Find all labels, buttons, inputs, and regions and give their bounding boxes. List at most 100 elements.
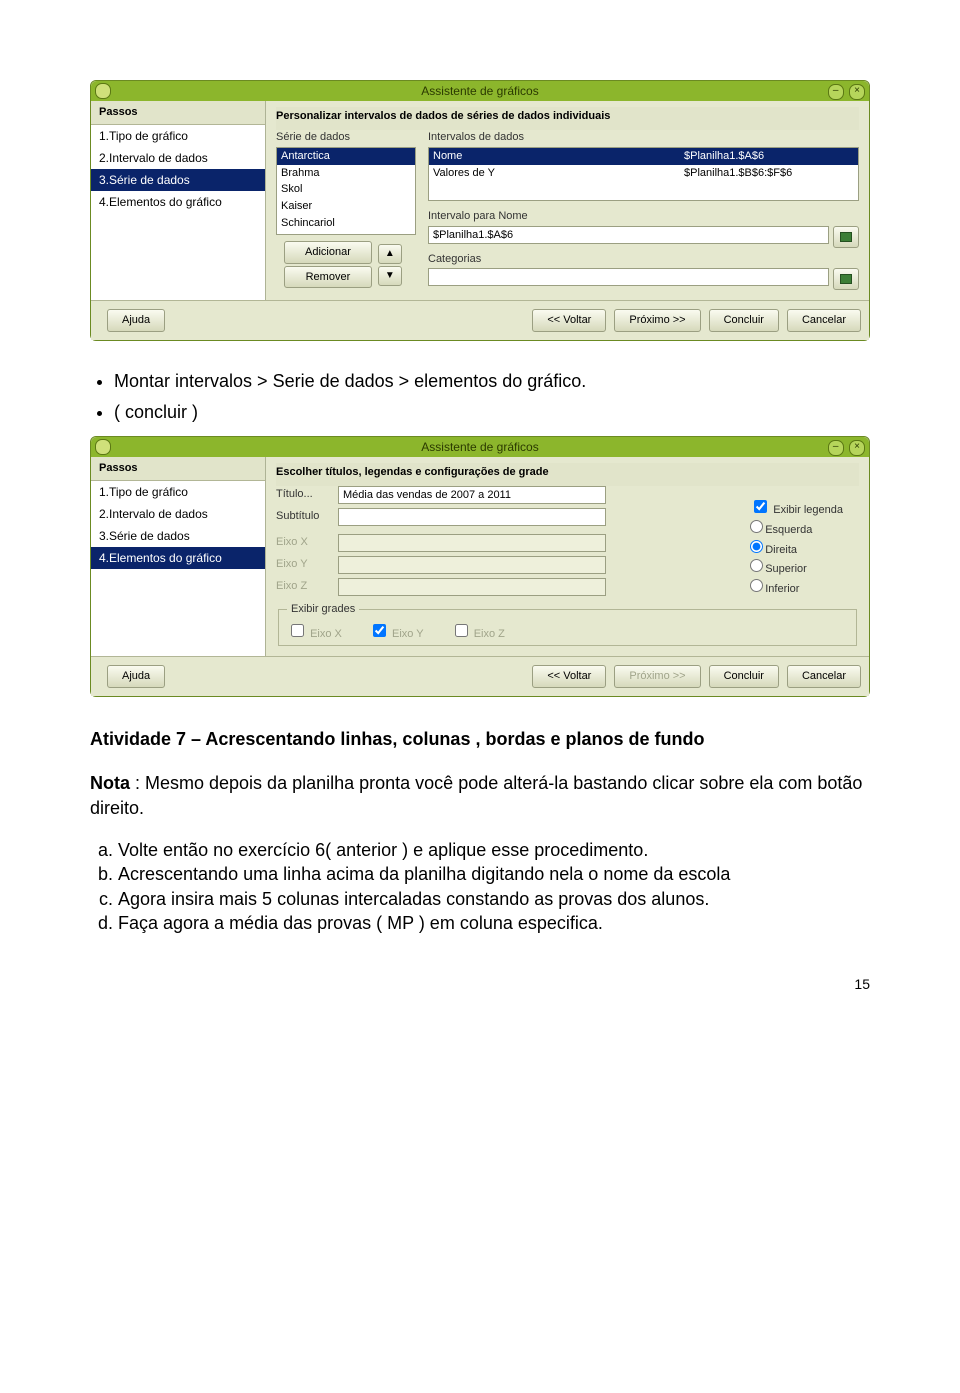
legend-bottom-radio[interactable] [750, 579, 763, 592]
series-item[interactable]: Skol [277, 181, 415, 198]
axis-z-label: Eixo Z [276, 579, 338, 594]
instruction-list: Montar intervalos > Serie de dados > ele… [114, 369, 870, 424]
series-item[interactable]: Schincariol [277, 215, 415, 232]
cancel-button[interactable]: Cancelar [787, 665, 861, 688]
panel-heading: Escolher títulos, legendas e configuraçõ… [276, 463, 859, 486]
categories-input[interactable] [428, 268, 829, 286]
step-1[interactable]: 1.Tipo de gráfico [91, 125, 265, 147]
checkbox-label: Eixo Z [474, 628, 505, 640]
note-text: : Mesmo depois da planilha pronta você p… [90, 773, 862, 817]
chart-subtitle-input[interactable] [338, 508, 606, 526]
range-value: $Planilha1.$A$6 [680, 148, 858, 165]
interval-name-label: Intervalo para Nome [428, 209, 859, 224]
series-listbox[interactable]: Antarctica Brahma Skol Kaiser Schincario… [276, 147, 416, 235]
step-2[interactable]: 2.Intervalo de dados [91, 503, 265, 525]
instruction: ( concluir ) [114, 400, 870, 424]
step-1[interactable]: 1.Tipo de gráfico [91, 481, 265, 503]
note-label: Nota [90, 773, 130, 793]
range-value: $Planilha1.$B$6:$F$6 [680, 165, 858, 182]
step-4[interactable]: 4.Elementos do gráfico [91, 191, 265, 213]
next-button[interactable]: Próximo >> [614, 309, 700, 332]
list-item: Agora insira mais 5 colunas intercaladas… [118, 887, 870, 911]
axis-y-label: Eixo Y [276, 557, 338, 572]
series-item[interactable]: Kaiser [277, 198, 415, 215]
legend-panel: Exibir legenda Esquerda Direita Superior… [750, 497, 843, 599]
shrink-icon[interactable] [833, 226, 859, 248]
window-icon [95, 83, 111, 99]
categories-label: Categorias [428, 252, 859, 267]
move-up-icon[interactable]: ▲ [378, 244, 402, 264]
help-button[interactable]: Ajuda [107, 665, 165, 688]
chart-title-input[interactable] [338, 486, 606, 504]
add-button[interactable]: Adicionar [284, 241, 372, 264]
cancel-button[interactable]: Cancelar [787, 309, 861, 332]
minimize-icon[interactable]: – [828, 84, 844, 100]
subtitle-label: Subtítulo [276, 509, 338, 524]
range-key: Nome [429, 148, 680, 165]
axis-z-input[interactable] [338, 578, 606, 596]
next-button: Próximo >> [614, 665, 700, 688]
window-title: Assistente de gráficos [421, 84, 538, 98]
series-label: Série de dados [276, 130, 416, 145]
show-legend-label: Exibir legenda [773, 504, 843, 516]
radio-label: Superior [765, 563, 807, 575]
finish-button[interactable]: Concluir [709, 665, 779, 688]
series-item[interactable]: Antarctica [277, 148, 415, 165]
legend-right-radio[interactable] [750, 540, 763, 553]
axis-y-input[interactable] [338, 556, 606, 574]
axis-x-input[interactable] [338, 534, 606, 552]
legend-left-radio[interactable] [750, 520, 763, 533]
step-3[interactable]: 3.Série de dados [91, 169, 265, 191]
close-icon[interactable]: × [849, 84, 865, 100]
list-item: Acrescentando uma linha acima da planilh… [118, 862, 870, 886]
note-paragraph: Nota : Mesmo depois da planilha pronta v… [90, 771, 870, 820]
minimize-icon[interactable]: – [828, 440, 844, 456]
activity-title: Atividade 7 – Acrescentando linhas, colu… [90, 727, 870, 751]
page-number: 15 [90, 975, 870, 994]
back-button[interactable]: << Voltar [532, 309, 606, 332]
step-4[interactable]: 4.Elementos do gráfico [91, 547, 265, 569]
chart-wizard-step4: Assistente de gráficos – × Passos 1.Tipo… [90, 436, 870, 697]
activity-steps: Volte então no exercício 6( anterior ) e… [90, 838, 870, 935]
checkbox-label: Eixo X [310, 628, 342, 640]
titlebar[interactable]: Assistente de gráficos – × [91, 81, 869, 101]
close-icon[interactable]: × [849, 440, 865, 456]
grid-y-checkbox[interactable] [373, 624, 386, 637]
axis-x-label: Eixo X [276, 535, 338, 550]
ranges-label: Intervalos de dados [428, 130, 859, 145]
legend-top-radio[interactable] [750, 559, 763, 572]
shrink-icon[interactable] [833, 268, 859, 290]
list-item: Faça agora a média das provas ( MP ) em … [118, 911, 870, 935]
radio-label: Esquerda [765, 524, 812, 536]
show-grids-group: Exibir grades Eixo X Eixo Y Eixo Z [278, 602, 857, 647]
help-button[interactable]: Ajuda [107, 309, 165, 332]
wizard-steps: Passos 1.Tipo de gráfico 2.Intervalo de … [91, 457, 266, 657]
interval-name-input[interactable] [428, 226, 829, 244]
steps-heading: Passos [91, 457, 265, 481]
step-2[interactable]: 2.Intervalo de dados [91, 147, 265, 169]
back-button[interactable]: << Voltar [532, 665, 606, 688]
step-3[interactable]: 3.Série de dados [91, 525, 265, 547]
grid-x-checkbox[interactable] [291, 624, 304, 637]
radio-label: Inferior [765, 583, 799, 595]
wizard-steps: Passos 1.Tipo de gráfico 2.Intervalo de … [91, 101, 266, 300]
window-icon [95, 439, 111, 455]
title-label: Título... [276, 487, 338, 502]
series-item[interactable]: Brahma [277, 165, 415, 182]
checkbox-label: Eixo Y [392, 628, 424, 640]
chart-wizard-step3: Assistente de gráficos – × Passos 1.Tipo… [90, 80, 870, 341]
list-item: Volte então no exercício 6( anterior ) e… [118, 838, 870, 862]
show-legend-checkbox[interactable] [754, 500, 767, 513]
grid-z-checkbox[interactable] [455, 624, 468, 637]
range-key: Valores de Y [429, 165, 680, 182]
panel-heading: Personalizar intervalos de dados de séri… [276, 107, 859, 130]
remove-button[interactable]: Remover [284, 266, 372, 289]
finish-button[interactable]: Concluir [709, 309, 779, 332]
instruction: Montar intervalos > Serie de dados > ele… [114, 369, 870, 393]
window-title: Assistente de gráficos [421, 440, 538, 454]
show-grids-legend: Exibir grades [287, 602, 359, 617]
move-down-icon[interactable]: ▼ [378, 266, 402, 286]
steps-heading: Passos [91, 101, 265, 125]
ranges-listbox[interactable]: Nome$Planilha1.$A$6 Valores de Y$Planilh… [428, 147, 859, 201]
titlebar[interactable]: Assistente de gráficos – × [91, 437, 869, 457]
